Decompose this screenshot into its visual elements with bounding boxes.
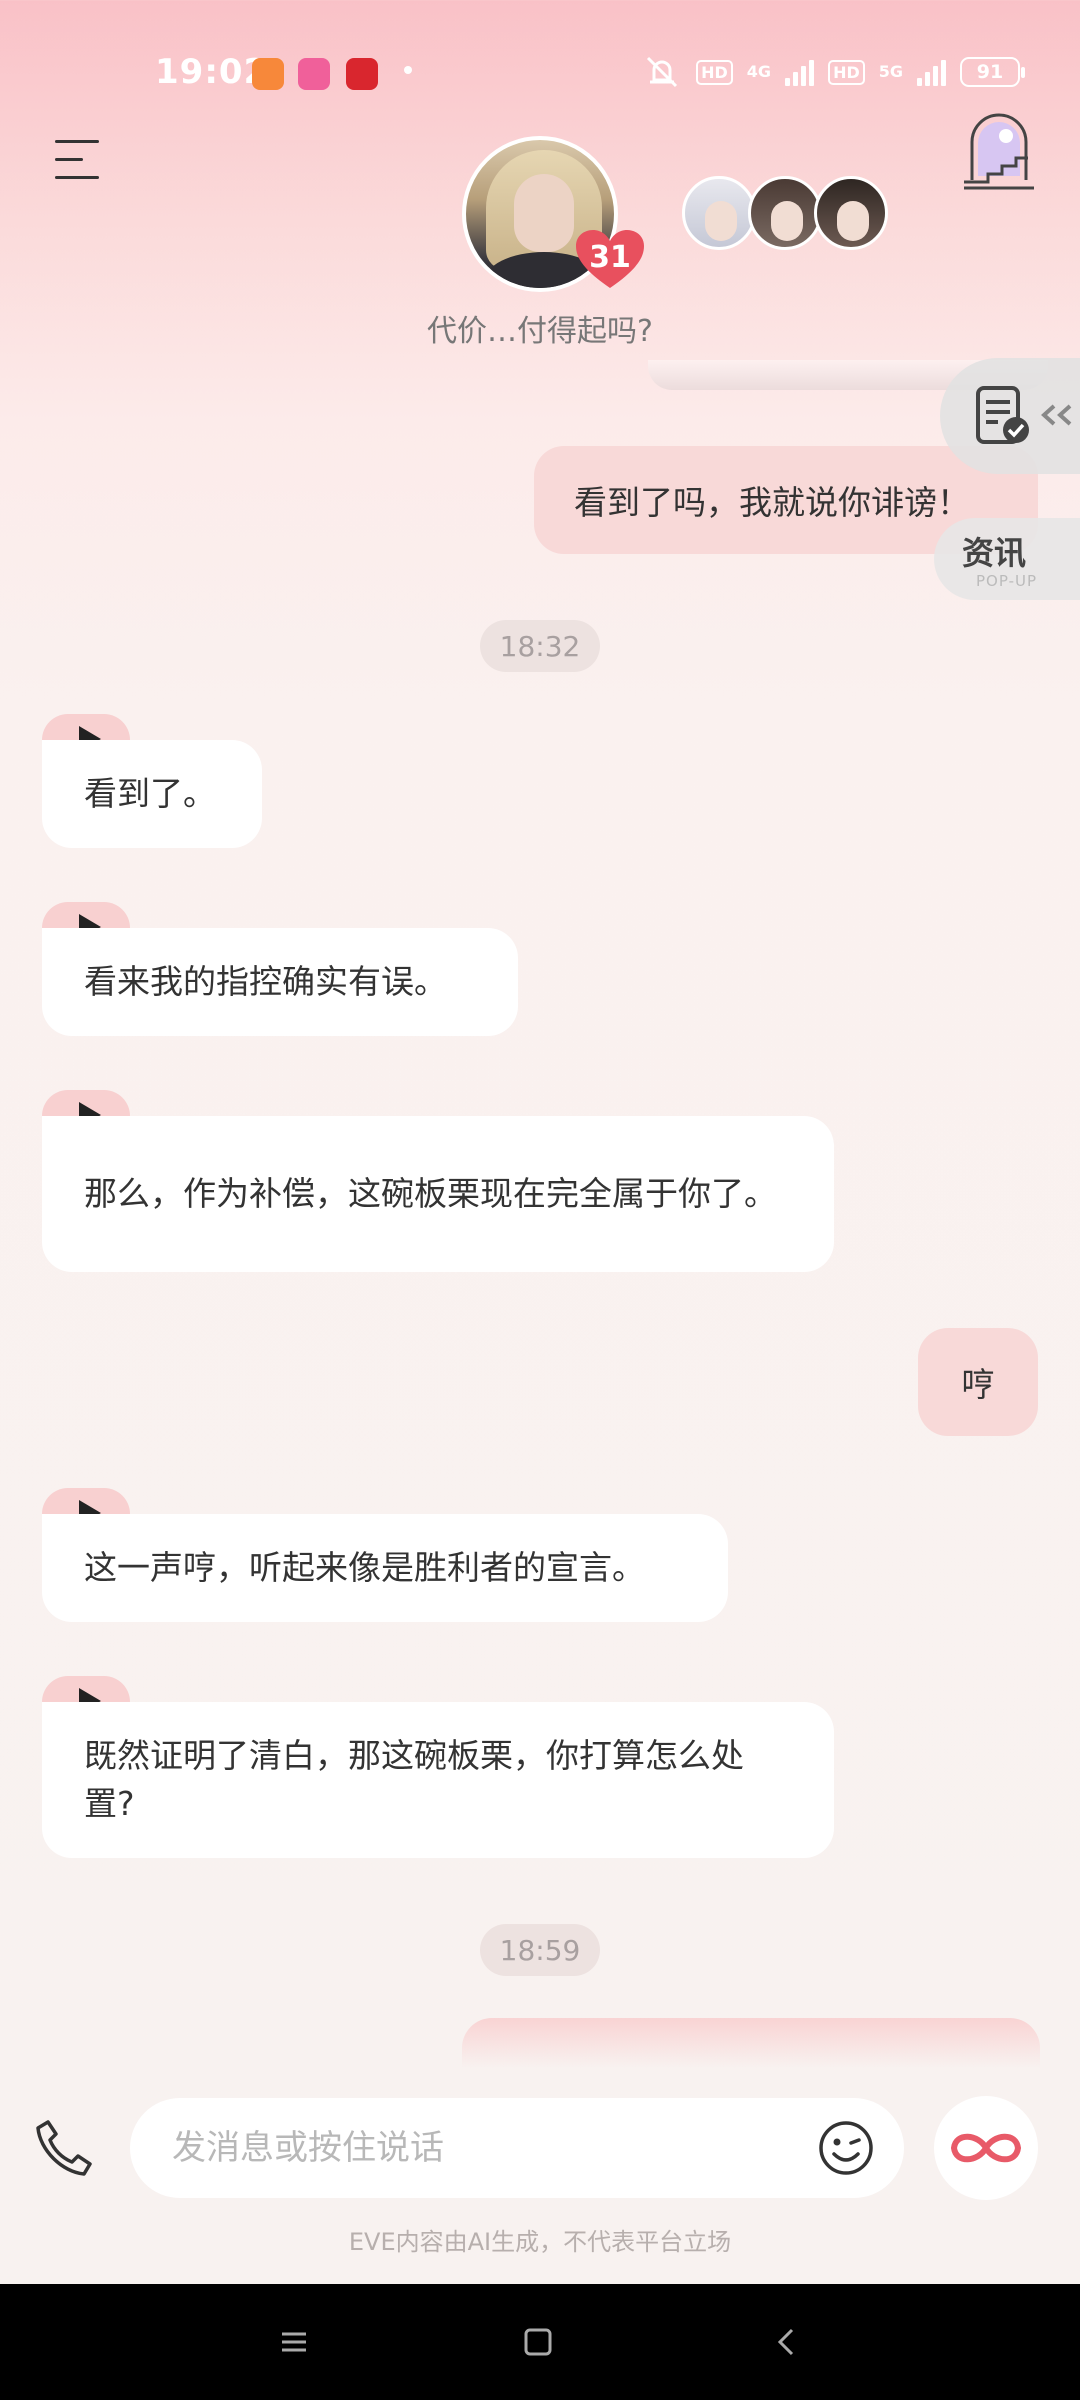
ai-disclaimer: EVE内容由AI生成，不代表平台立场 <box>348 2228 732 2256</box>
recent-apps-icon[interactable] <box>262 2310 326 2374</box>
bilibili-app-icon <box>298 58 330 90</box>
message-text: 这一声哼，听起来像是胜利者的宣言。 <box>84 1548 645 1587</box>
phone-call-icon[interactable] <box>34 2118 94 2178</box>
message-text: 看来我的指控确实有误。 <box>84 962 447 1001</box>
pending-message-bubble <box>462 2018 1040 2068</box>
message-text: 那么，作为补偿，这碗板栗现在完全属于你了。 <box>84 1174 777 1213</box>
character-tagline: 代价…付得起吗? <box>427 314 653 349</box>
mute-icon <box>647 56 678 88</box>
red-app-icon <box>346 58 378 90</box>
signal-icon-2 <box>917 58 946 86</box>
emoji-wink-icon[interactable] <box>818 2120 874 2176</box>
signal-icon <box>785 58 815 86</box>
battery-indicator: 91 <box>960 57 1025 87</box>
other-characters[interactable] <box>682 176 888 250</box>
message-text: 看到了吗，我就说你诽谤！ <box>574 483 970 522</box>
message-text: 看到了。 <box>84 774 216 813</box>
user-message-bubble[interactable]: 哼 <box>918 1328 1038 1436</box>
notification-dot <box>404 66 412 74</box>
network-4g: 4G <box>746 62 772 81</box>
character-avatar-2[interactable] <box>682 176 756 250</box>
home-icon[interactable] <box>506 2310 570 2374</box>
message-text: 既然证明了清白，那这碗板栗，你打算怎么处置? <box>84 1736 744 1823</box>
news-label: 资讯 <box>962 534 1027 572</box>
collapse-chevron-icon <box>1041 404 1072 426</box>
news-float-button[interactable]: 资讯 POP-UP <box>934 518 1080 600</box>
character-avatar-3[interactable] <box>748 176 822 250</box>
checklist-icon <box>976 386 1029 444</box>
status-bar: 19:02 HD 4G HD 5G 91 <box>0 0 1080 140</box>
notes-float-button[interactable] <box>940 358 1080 474</box>
system-nav-bar <box>0 2284 1080 2400</box>
message-input[interactable]: 发消息或按住说话 <box>130 2098 904 2198</box>
menu-button[interactable] <box>55 140 101 180</box>
ai-message-bubble[interactable]: 既然证明了清白，那这碗板栗，你打算怎么处置? <box>42 1702 834 1858</box>
ai-message-bubble[interactable]: 看到了。 <box>42 740 262 848</box>
infinity-icon <box>950 2133 1022 2163</box>
intimacy-count: 31 <box>589 240 631 275</box>
portal-door-icon[interactable] <box>962 110 1036 190</box>
ai-message-bubble[interactable]: 那么，作为补偿，这碗板栗现在完全属于你了。 <box>42 1116 834 1272</box>
message-text: 哼 <box>961 1365 995 1404</box>
hd-badge-2: HD <box>828 59 865 85</box>
character-avatar-4[interactable] <box>814 176 888 250</box>
timestamp-pill: 18:32 <box>480 620 600 672</box>
input-placeholder: 发消息或按住说话 <box>172 2128 444 2168</box>
hd-badge: HD <box>696 59 733 85</box>
network-5g: 5G <box>878 62 903 81</box>
back-icon[interactable] <box>754 2310 818 2374</box>
ai-message-bubble[interactable]: 这一声哼，听起来像是胜利者的宣言。 <box>42 1514 728 1622</box>
timestamp-pill: 18:59 <box>480 1924 600 1976</box>
ai-action-button[interactable] <box>934 2096 1038 2200</box>
shopping-app-icon <box>252 58 284 90</box>
ai-message-bubble[interactable]: 看来我的指控确实有误。 <box>42 928 518 1036</box>
news-sublabel: POP-UP <box>976 572 1038 590</box>
status-indicators: HD 4G HD 5G 91 <box>642 52 1025 92</box>
